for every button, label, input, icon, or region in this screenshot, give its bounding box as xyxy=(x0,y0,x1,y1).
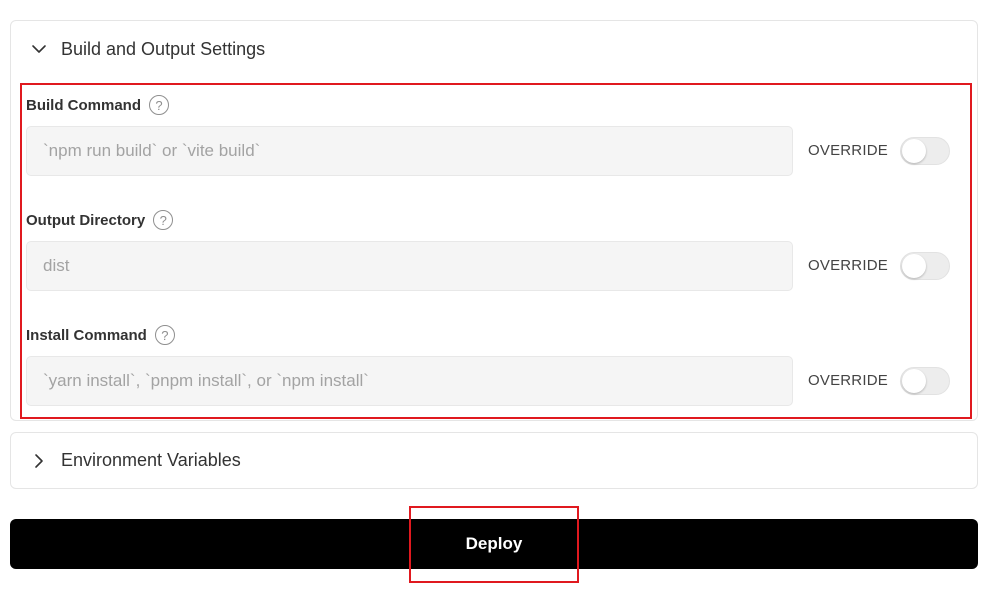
build-command-label-row: Build Command ? xyxy=(26,95,169,115)
build-command-override-toggle[interactable] xyxy=(900,137,950,165)
output-directory-override-label: OVERRIDE xyxy=(808,257,888,274)
environment-variables-header[interactable]: Environment Variables xyxy=(10,432,978,489)
install-command-label-row: Install Command ? xyxy=(26,325,175,345)
help-icon[interactable]: ? xyxy=(154,325,175,345)
build-output-settings-title: Build and Output Settings xyxy=(61,38,266,59)
output-directory-label: Output Directory xyxy=(26,211,146,229)
build-output-settings-header[interactable]: Build and Output Settings xyxy=(11,21,977,77)
install-command-input[interactable] xyxy=(26,356,793,406)
install-command-override-label: OVERRIDE xyxy=(808,372,888,389)
deploy-button-label: Deploy xyxy=(465,534,523,553)
help-icon[interactable]: ? xyxy=(149,95,169,115)
output-directory-override-toggle[interactable] xyxy=(900,252,950,280)
toggle-knob xyxy=(902,254,926,278)
chevron-down-icon xyxy=(31,41,47,57)
deploy-button[interactable]: Deploy xyxy=(10,519,978,569)
chevron-right-icon xyxy=(31,453,47,469)
help-icon[interactable]: ? xyxy=(153,210,174,230)
output-directory-label-row: Output Directory ? xyxy=(26,210,174,230)
build-command-override-label: OVERRIDE xyxy=(808,142,888,159)
build-command-label: Build Command xyxy=(26,96,141,114)
install-command-override-toggle[interactable] xyxy=(900,367,950,395)
toggle-knob xyxy=(902,139,926,163)
output-directory-input[interactable] xyxy=(26,241,793,291)
install-command-label: Install Command xyxy=(26,326,147,344)
toggle-knob xyxy=(902,369,926,393)
build-command-input[interactable] xyxy=(26,126,793,176)
environment-variables-title: Environment Variables xyxy=(61,450,241,470)
